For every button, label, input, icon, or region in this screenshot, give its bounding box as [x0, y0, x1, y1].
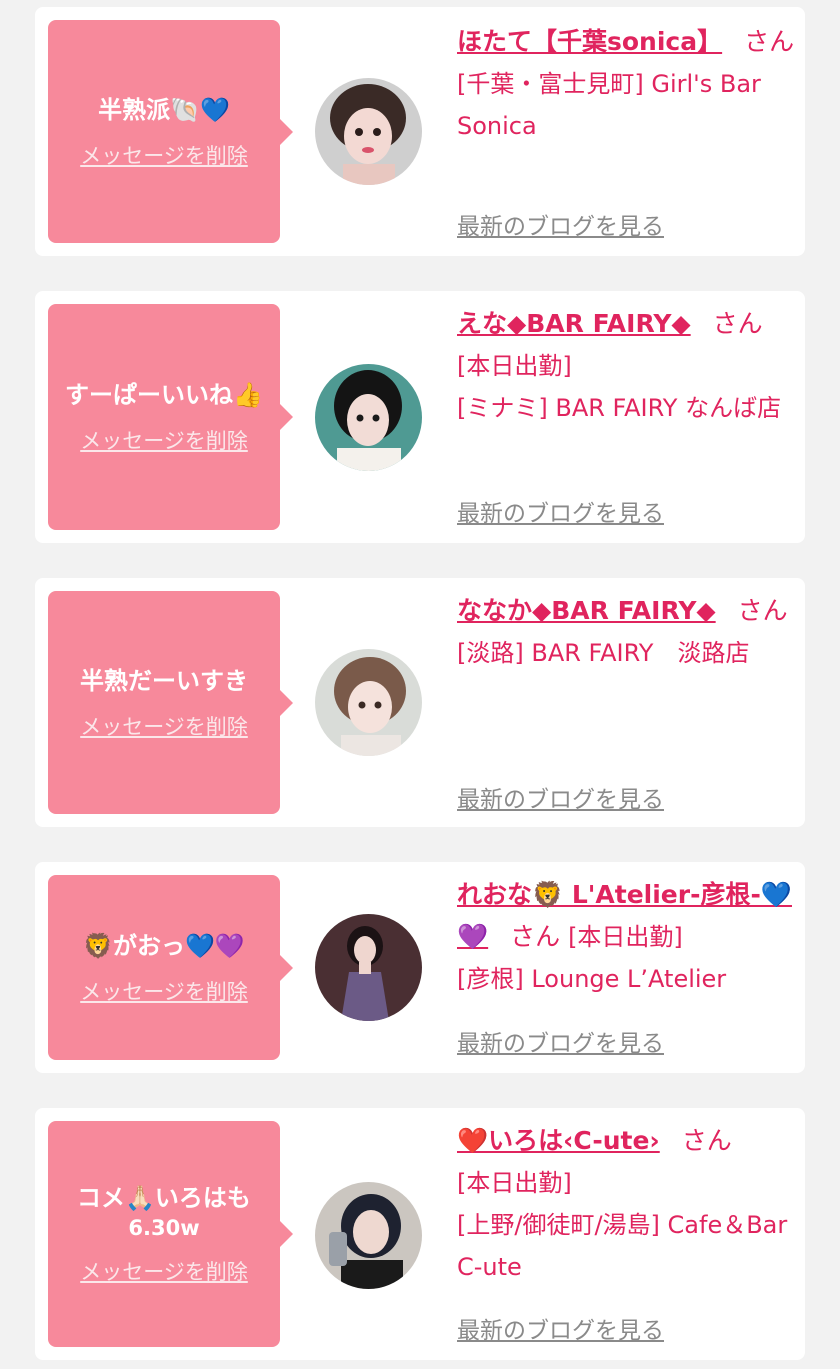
message-text: 半熟だーいすき: [80, 666, 248, 695]
honorific-label: さん: [681, 1126, 732, 1155]
work-status-label: [本日出勤]: [457, 352, 572, 380]
latest-blog-link[interactable]: 最新のブログを見る: [457, 780, 664, 814]
message-list: 半熟派🐚💙 メッセージを削除 ほたて【千葉sonica】 さん [千葉・富士見町…: [0, 0, 840, 1369]
item-info: ❤️いろは‹C-ute› さん [本日出勤] [上野/御徒町/湯島] Cafe＆…: [457, 1120, 797, 1288]
message-bubble: コメ🙏🏻いろはも 6.30w メッセージを削除: [48, 1121, 293, 1347]
shop-label: [千葉・富士見町] Girl's Bar Sonica: [457, 70, 761, 140]
cast-name-link[interactable]: ほたて【千葉sonica】: [457, 27, 722, 56]
shop-label: [淡路] BAR FAIRY 淡路店: [457, 639, 750, 667]
latest-blog-link[interactable]: 最新のブログを見る: [457, 1024, 664, 1058]
cast-name-link[interactable]: ❤️いろは‹C-ute›: [457, 1126, 660, 1155]
list-item: 🦁がおっ💙💜 メッセージを削除 れおな🦁 L'Atelier-彦根-💙💜 さん …: [35, 862, 805, 1073]
item-info: えな◆BAR FAIRY◆ さん [本日出勤] [ミナミ] BAR FAIRY …: [457, 303, 797, 429]
message-bubble: 半熟だーいすき メッセージを削除: [48, 591, 293, 814]
list-item: 半熟だーいすき メッセージを削除 ななか◆BAR FAIRY◆ さん [淡路] …: [35, 578, 805, 827]
avatar-photo-icon: [315, 78, 422, 185]
latest-blog-link[interactable]: 最新のブログを見る: [457, 207, 664, 241]
avatar-photo-icon: [315, 1182, 422, 1289]
list-item: コメ🙏🏻いろはも 6.30w メッセージを削除 ❤️いろは‹C-ute› さん …: [35, 1108, 805, 1360]
avatar[interactable]: [315, 78, 422, 185]
avatar[interactable]: [315, 914, 422, 1021]
avatar-photo-icon: [315, 364, 422, 471]
delete-message-link[interactable]: メッセージを削除: [80, 140, 248, 170]
avatar[interactable]: [315, 364, 422, 471]
list-item: すーぱーいいね👍 メッセージを削除 えな◆BAR FAIRY◆ さん [本日出勤…: [35, 291, 805, 543]
message-subtext: 6.30w: [128, 1216, 200, 1240]
message-bubble: すーぱーいいね👍 メッセージを削除: [48, 304, 293, 530]
shop-label: [彦根] Lounge L’Atelier: [457, 965, 727, 993]
avatar-photo-icon: [315, 649, 422, 756]
honorific-label: さん: [744, 27, 795, 56]
work-status-label: [本日出勤]: [457, 1169, 572, 1197]
shop-label: [ミナミ] BAR FAIRY なんば店: [457, 394, 782, 422]
cast-name-link[interactable]: えな◆BAR FAIRY◆: [457, 309, 691, 338]
honorific-label: さん: [737, 596, 788, 625]
honorific-label: さん: [712, 309, 763, 338]
item-info: ほたて【千葉sonica】 さん [千葉・富士見町] Girl's Bar So…: [457, 21, 797, 147]
work-status-label: [本日出勤]: [568, 923, 683, 951]
avatar-photo-icon: [315, 914, 422, 1021]
message-text: 半熟派🐚💙: [98, 95, 230, 124]
avatar[interactable]: [315, 1182, 422, 1289]
message-text: 🦁がおっ💙💜: [83, 931, 245, 960]
message-text: コメ🙏🏻いろはも: [77, 1184, 251, 1212]
item-info: れおな🦁 L'Atelier-彦根-💙💜 さん [本日出勤] [彦根] Loun…: [457, 874, 797, 1000]
avatar[interactable]: [315, 649, 422, 756]
delete-message-link[interactable]: メッセージを削除: [80, 1256, 248, 1286]
cast-name-link[interactable]: ななか◆BAR FAIRY◆: [457, 596, 716, 625]
item-info: ななか◆BAR FAIRY◆ さん [淡路] BAR FAIRY 淡路店: [457, 590, 797, 674]
latest-blog-link[interactable]: 最新のブログを見る: [457, 494, 664, 528]
latest-blog-link[interactable]: 最新のブログを見る: [457, 1311, 664, 1345]
message-bubble: 半熟派🐚💙 メッセージを削除: [48, 20, 293, 243]
honorific-label: さん: [510, 922, 561, 951]
message-bubble: 🦁がおっ💙💜 メッセージを削除: [48, 875, 293, 1060]
delete-message-link[interactable]: メッセージを削除: [80, 711, 248, 741]
message-text: すーぱーいいね👍: [65, 381, 263, 409]
shop-label: [上野/御徒町/湯島] Cafe＆Bar C-ute: [457, 1211, 788, 1281]
list-item: 半熟派🐚💙 メッセージを削除 ほたて【千葉sonica】 さん [千葉・富士見町…: [35, 7, 805, 256]
delete-message-link[interactable]: メッセージを削除: [80, 425, 248, 455]
delete-message-link[interactable]: メッセージを削除: [80, 976, 248, 1006]
